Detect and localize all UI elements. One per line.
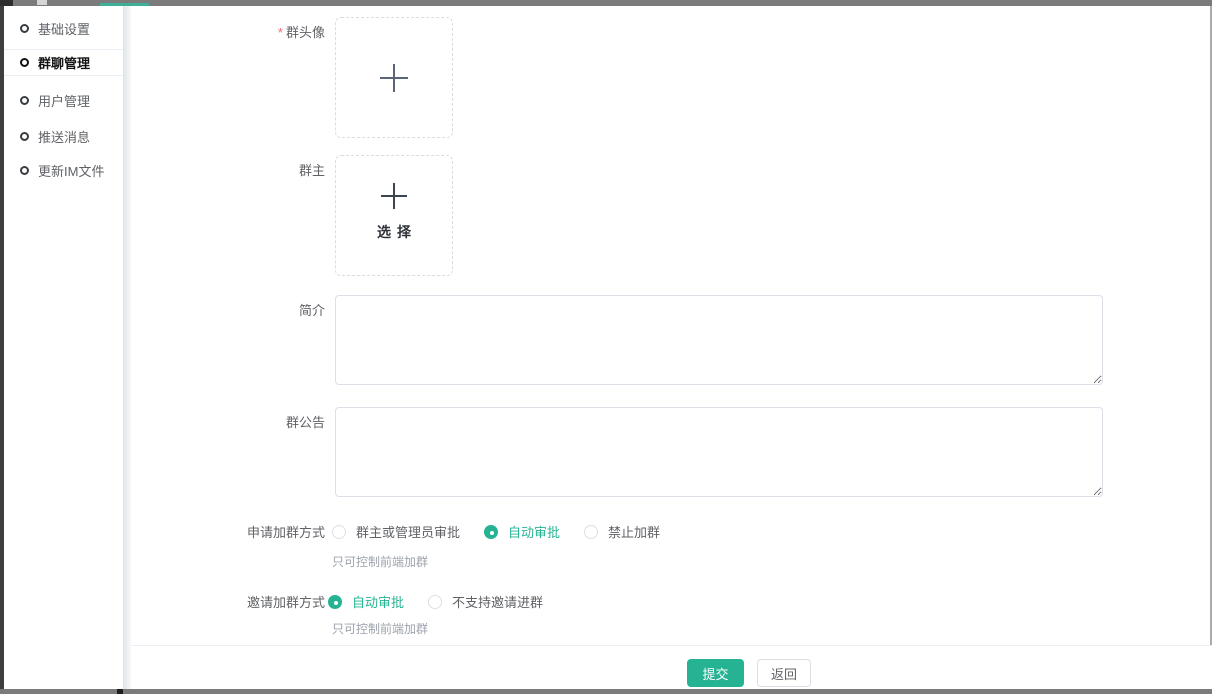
radio-icon xyxy=(484,525,498,539)
group-owner-select-box[interactable]: 选择 xyxy=(335,155,453,276)
footer-bar xyxy=(131,646,1212,689)
intro-textarea[interactable] xyxy=(335,295,1103,385)
sidebar-menu: 基础设置 群聊管理 用户管理 推送消息 更新IM文件 xyxy=(4,6,123,689)
radio-icon xyxy=(328,595,342,609)
bottom-edge-dark-segment xyxy=(117,689,123,694)
sidebar-item-label: 群聊管理 xyxy=(38,53,90,72)
group-avatar-upload-box[interactable] xyxy=(335,17,453,138)
admin-page: 基础设置 群聊管理 用户管理 推送消息 更新IM文件 *群头像 群主 xyxy=(0,0,1212,694)
announcement-textarea[interactable] xyxy=(335,407,1103,497)
circle-icon xyxy=(20,166,29,175)
sidebar-item-update-im-file[interactable]: 更新IM文件 xyxy=(4,156,123,184)
owner-select-text: 选择 xyxy=(371,222,417,242)
sidebar-main-divider xyxy=(123,6,131,689)
invite-method-radio-group: 自动审批 不支持邀请进群 xyxy=(328,592,567,611)
group-avatar-label: *群头像 xyxy=(195,24,325,42)
apply-method-label: 申请加群方式 xyxy=(195,524,325,542)
sidebar-item-group-chat-management[interactable]: 群聊管理 xyxy=(4,49,123,76)
submit-button[interactable]: 提交 xyxy=(687,659,744,687)
radio-forbid-join[interactable]: 禁止加群 xyxy=(584,522,660,541)
invite-method-hint: 只可控制前端加群 xyxy=(332,620,428,637)
radio-invite-not-supported[interactable]: 不支持邀请进群 xyxy=(428,592,543,611)
intro-label: 简介 xyxy=(195,302,325,320)
radio-icon xyxy=(332,525,346,539)
sidebar-item-user-management[interactable]: 用户管理 xyxy=(4,86,123,114)
announcement-label: 群公告 xyxy=(195,414,325,432)
window-bottom-edge xyxy=(0,689,1212,694)
required-asterisk: * xyxy=(278,25,283,40)
radio-auto-approve[interactable]: 自动审批 xyxy=(484,522,560,541)
radio-owner-admin-approve[interactable]: 群主或管理员审批 xyxy=(332,522,460,541)
circle-icon xyxy=(20,24,29,33)
sidebar-item-label: 更新IM文件 xyxy=(38,161,104,180)
plus-icon xyxy=(380,182,408,210)
sidebar-item-label: 基础设置 xyxy=(38,19,90,38)
back-button[interactable]: 返回 xyxy=(757,659,811,687)
group-owner-label: 群主 xyxy=(195,162,325,180)
circle-icon xyxy=(20,96,29,105)
sidebar-item-label: 用户管理 xyxy=(38,91,90,110)
sidebar-item-basic-settings[interactable]: 基础设置 xyxy=(4,14,123,42)
apply-method-hint: 只可控制前端加群 xyxy=(332,553,428,570)
circle-icon xyxy=(20,58,29,67)
sidebar-item-label: 推送消息 xyxy=(38,127,90,146)
invite-method-label: 邀请加群方式 xyxy=(195,594,325,612)
plus-icon xyxy=(379,63,409,93)
radio-invite-auto-approve[interactable]: 自动审批 xyxy=(328,592,404,611)
apply-method-radio-group: 群主或管理员审批 自动审批 禁止加群 xyxy=(332,522,684,541)
radio-icon xyxy=(428,595,442,609)
sidebar-item-push-message[interactable]: 推送消息 xyxy=(4,122,123,150)
radio-icon xyxy=(584,525,598,539)
circle-icon xyxy=(20,132,29,141)
top-edge-light-segment xyxy=(37,0,47,5)
